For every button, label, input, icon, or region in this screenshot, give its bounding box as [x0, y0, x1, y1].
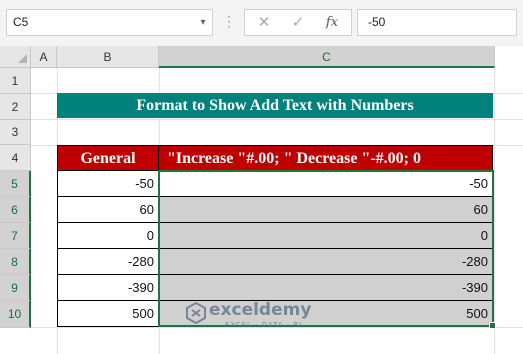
cancel-icon[interactable]: ✕ [247, 10, 281, 35]
drag-handle-icon[interactable]: ⋮ [222, 9, 236, 36]
header-format[interactable]: "Increase "#.00; " Decrease "-#.00; 0 [158, 145, 493, 171]
cell-b5[interactable]: -50 [57, 171, 159, 197]
table-title: Format to Show Add Text with Numbers [57, 93, 493, 118]
row-header-9[interactable]: 9 [0, 275, 31, 301]
cell-b9[interactable]: -390 [57, 275, 159, 301]
select-all-icon [18, 54, 27, 63]
row-header-6[interactable]: 6 [0, 197, 31, 223]
row-header-4[interactable]: 4 [0, 145, 31, 171]
cell-b6[interactable]: 60 [57, 197, 159, 223]
formula-buttons: ✕ ✓ fx [244, 9, 352, 36]
enter-icon[interactable]: ✓ [281, 10, 315, 35]
chevron-down-icon[interactable]: ▾ [193, 9, 213, 36]
row-header-2[interactable]: 2 [0, 94, 31, 120]
insert-function-icon[interactable]: fx [315, 10, 349, 35]
cell-b8[interactable]: -280 [57, 249, 159, 275]
column-header-b[interactable]: B [57, 46, 159, 68]
fill-handle[interactable] [489, 322, 496, 329]
row-header-7[interactable]: 7 [0, 223, 31, 249]
watermark-tagline: EXCEL · DATA · BI [225, 321, 303, 329]
gridline [31, 119, 523, 120]
cell-b7[interactable]: 0 [57, 223, 159, 249]
gridline [494, 68, 495, 354]
watermark: exceldemy EXCEL · DATA · BI [185, 300, 335, 330]
watermark-name: exceldemy [209, 300, 312, 320]
exceldemy-logo-icon [186, 302, 206, 324]
row-header-1[interactable]: 1 [0, 68, 31, 94]
row-header-8[interactable]: 8 [0, 249, 31, 275]
name-box[interactable]: C5 [6, 9, 213, 36]
formula-input[interactable]: -50 [357, 9, 517, 36]
header-general[interactable]: General [57, 145, 159, 171]
cell-b10[interactable]: 500 [57, 301, 159, 327]
column-header-c[interactable]: C [159, 46, 495, 68]
column-header-a[interactable]: A [31, 46, 57, 68]
row-header-10[interactable]: 10 [0, 301, 31, 328]
row-header-3[interactable]: 3 [0, 120, 31, 145]
row-header-5[interactable]: 5 [0, 171, 31, 197]
